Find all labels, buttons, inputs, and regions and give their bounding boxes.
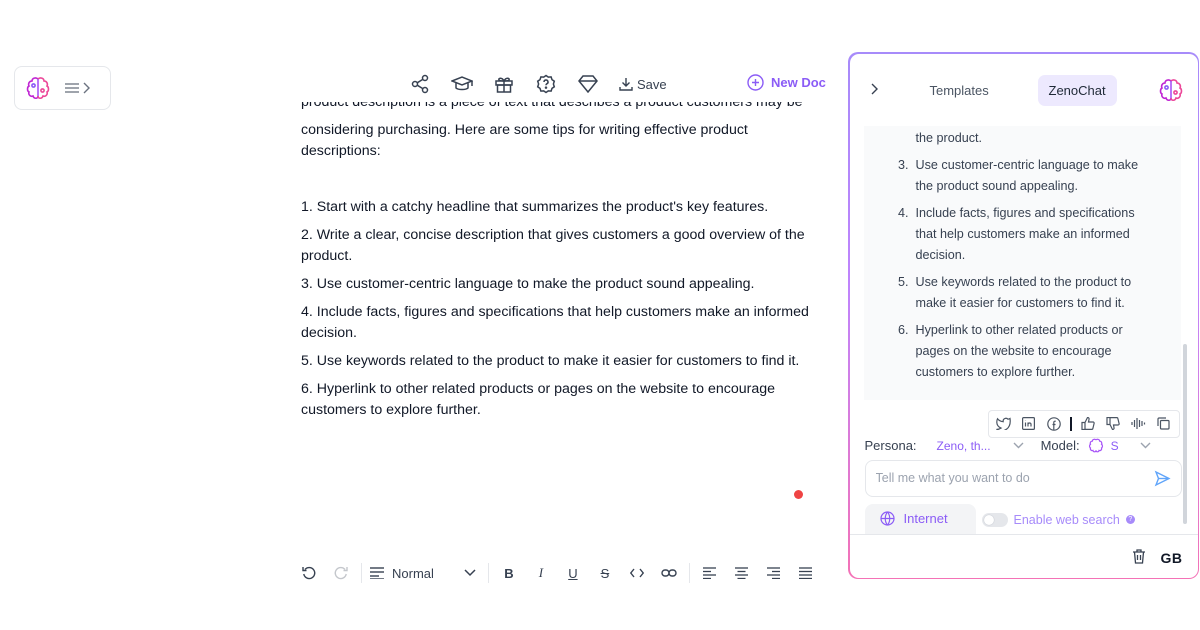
plus-circle-icon	[747, 74, 764, 91]
collapse-panel-icon[interactable]	[870, 83, 878, 95]
globe-icon	[879, 511, 895, 526]
doc-tip: 6. Hyperlink to other related products o…	[301, 381, 775, 418]
chevron-down-icon	[1140, 442, 1151, 449]
web-search-toggle[interactable]	[981, 512, 1008, 527]
format-toolbar: Normal B I U S	[297, 561, 826, 585]
undo-icon[interactable]	[297, 561, 321, 585]
chat-input-box	[864, 459, 1182, 497]
diamond-icon[interactable]	[577, 73, 599, 95]
italic-icon[interactable]: I	[529, 561, 553, 585]
status-dot	[794, 490, 803, 499]
paragraph-icon	[370, 567, 384, 579]
chevron-down-icon[interactable]	[1013, 442, 1024, 449]
download-icon	[619, 77, 633, 91]
chevron-right-icon	[82, 82, 90, 94]
panel-footer: GB	[849, 533, 1198, 578]
graduation-cap-icon[interactable]	[451, 73, 473, 95]
web-search-label: Enable web search	[1013, 512, 1120, 527]
chat-list-item: the product.	[915, 130, 983, 145]
panel-header: Templates ZenoChat	[850, 54, 1198, 126]
new-doc-label: New Doc	[771, 75, 826, 90]
send-icon[interactable]	[1154, 470, 1171, 487]
brain-logo-icon	[1158, 78, 1184, 102]
sidebar-toggle[interactable]	[14, 66, 111, 110]
doc-intro: considering purchasing. Here are some ti…	[301, 122, 748, 159]
document-toolbar: Save	[409, 72, 667, 96]
align-left-icon[interactable]	[698, 561, 722, 585]
align-right-icon[interactable]	[762, 561, 786, 585]
toolbar-divider	[688, 563, 690, 583]
doc-tip: 2. Write a clear, concise description th…	[301, 227, 805, 264]
code-icon[interactable]	[625, 561, 649, 585]
model-value: S	[1110, 438, 1119, 453]
tab-zenochat[interactable]: ZenoChat	[1037, 74, 1117, 106]
underline-icon[interactable]: U	[561, 561, 585, 585]
thumbs-up-icon[interactable]	[1078, 414, 1099, 434]
text-style-value: Normal	[392, 565, 434, 581]
chat-list-item: 5. Use keywords related to the product to…	[897, 274, 1132, 310]
chat-list-item: 6. Hyperlink to other related products or…	[897, 322, 1123, 379]
toolbar-divider	[361, 563, 362, 583]
copy-icon[interactable]	[1153, 414, 1174, 434]
linkedin-icon[interactable]	[1018, 414, 1039, 434]
save-label: Save	[637, 76, 667, 92]
chat-input[interactable]	[875, 471, 1154, 485]
doc-tip: 4. Include facts, figures and specificat…	[301, 304, 809, 341]
help-badge-icon[interactable]	[535, 73, 557, 95]
chat-message: the product. 3. Use customer-centric lang…	[863, 125, 1181, 400]
info-icon[interactable]: ?	[1125, 515, 1135, 524]
text-style-select[interactable]: Normal	[370, 566, 476, 581]
align-center-icon[interactable]	[730, 561, 754, 585]
chevron-down-icon	[464, 569, 476, 577]
align-justify-icon[interactable]	[794, 561, 818, 585]
strikethrough-icon[interactable]: S	[593, 561, 617, 585]
model-label: Model:	[1040, 438, 1080, 453]
chat-scrollbar[interactable]	[1182, 343, 1187, 524]
toolbar-divider	[487, 563, 489, 583]
save-button[interactable]: Save	[619, 77, 667, 92]
share-icon[interactable]	[409, 73, 431, 95]
audio-wave-icon[interactable]	[1128, 414, 1149, 434]
document-editor[interactable]: product description is a piece of text t…	[301, 102, 831, 428]
twitter-icon[interactable]	[993, 414, 1014, 434]
brain-logo-icon	[25, 76, 51, 100]
gift-icon[interactable]	[493, 73, 515, 95]
doc-tip: 1. Start with a catchy headline that sum…	[301, 199, 769, 215]
persona-label: Persona:	[864, 438, 917, 453]
thumbs-down-icon[interactable]	[1103, 414, 1124, 434]
redo-icon[interactable]	[329, 561, 353, 585]
chat-list-item: 3. Use customer-centric language to make …	[897, 157, 1139, 193]
zenochat-panel: Templates ZenoChat the product. 3. Use cu…	[848, 52, 1199, 579]
web-search-row: Enable web search ?	[981, 512, 1135, 527]
doc-tip: 3. Use customer-centric language to make…	[301, 276, 755, 292]
doc-tip: 5. Use keywords related to the product t…	[301, 353, 800, 369]
model-select[interactable]: S	[1088, 438, 1151, 453]
persona-model-row: Persona: Zeno, th... Model: S	[865, 436, 1185, 456]
trash-icon[interactable]	[1132, 548, 1146, 564]
menu-icon	[65, 82, 79, 94]
message-actions	[987, 409, 1180, 438]
new-doc-button[interactable]: New Doc	[747, 74, 826, 91]
chat-list-item: 4. Include facts, figures and specificati…	[897, 205, 1135, 262]
brain-logo-icon	[1088, 438, 1104, 453]
divider	[1070, 416, 1072, 431]
internet-label: Internet	[903, 511, 948, 526]
internet-tab[interactable]: Internet	[864, 503, 976, 534]
facebook-icon[interactable]	[1043, 414, 1064, 434]
user-avatar[interactable]: GB	[1161, 550, 1183, 566]
persona-select[interactable]: Zeno, th...	[937, 439, 991, 453]
tab-templates[interactable]: Templates	[930, 83, 989, 98]
link-icon[interactable]	[657, 561, 681, 585]
bold-icon[interactable]: B	[497, 561, 521, 585]
doc-partial-line: product description is a piece of text t…	[301, 102, 803, 110]
